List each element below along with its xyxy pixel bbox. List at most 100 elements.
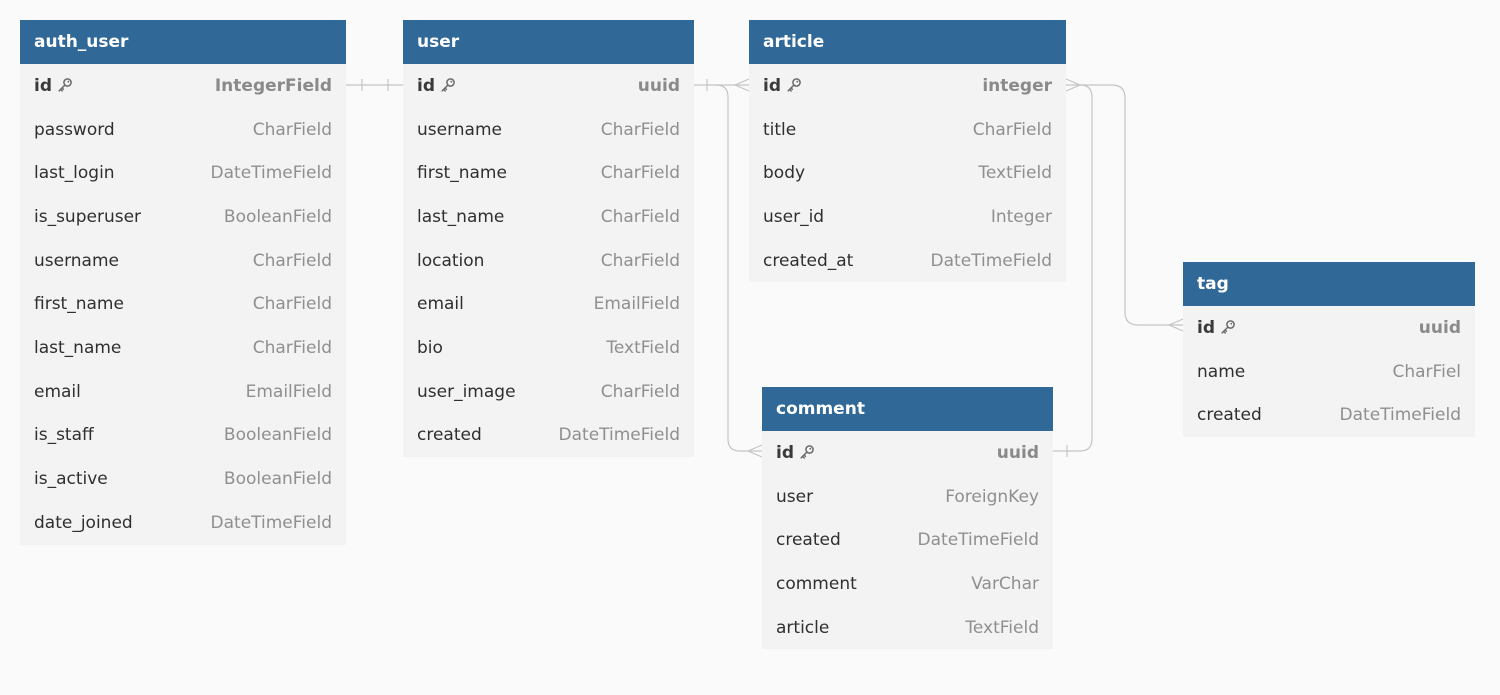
field-row[interactable]: id integer (749, 64, 1066, 108)
key-icon (57, 77, 73, 93)
field-name: bio (417, 337, 443, 358)
table-header-tag[interactable]: tag (1183, 262, 1475, 306)
field-row[interactable]: bio TextField (403, 326, 694, 370)
field-name: created_at (763, 250, 854, 271)
field-name-cell: id (34, 76, 73, 96)
field-row[interactable]: email EmailField (20, 370, 346, 414)
field-name: user (776, 486, 814, 507)
field-name: created (417, 425, 482, 446)
field-type: BooleanField (223, 425, 332, 446)
field-row[interactable]: article TextField (762, 606, 1053, 650)
table-header-comment[interactable]: comment (762, 387, 1053, 431)
field-name: id (763, 75, 781, 96)
key-icon (440, 77, 456, 93)
field-row[interactable]: id uuid (403, 64, 694, 108)
field-row[interactable]: comment VarChar (762, 562, 1053, 606)
crow-foot-marker (1167, 318, 1184, 332)
field-row[interactable]: created DateTimeField (762, 518, 1053, 562)
field-name-cell: last_name (34, 338, 121, 358)
field-row[interactable]: first_name CharField (20, 282, 346, 326)
field-name: name (1197, 361, 1246, 382)
table-header-user[interactable]: user (403, 20, 694, 64)
field-type: EmailField (593, 294, 680, 315)
field-name-cell: password (34, 120, 115, 140)
field-name: is_staff (34, 425, 94, 446)
field-row[interactable]: id IntegerField (20, 64, 346, 108)
field-row[interactable]: username CharField (20, 239, 346, 283)
field-row[interactable]: created_at DateTimeField (749, 239, 1066, 283)
field-name: first_name (417, 163, 507, 184)
field-type: DateTimeField (930, 250, 1052, 271)
field-name: email (417, 294, 464, 315)
field-name-cell: username (417, 120, 502, 140)
field-type: CharField (252, 250, 332, 271)
field-type: CharField (252, 337, 332, 358)
field-row[interactable]: id uuid (1183, 306, 1475, 350)
field-name: created (1197, 405, 1262, 426)
field-row[interactable]: user_id Integer (749, 195, 1066, 239)
field-name-cell: first_name (34, 294, 124, 314)
field-type: TextField (965, 617, 1039, 638)
field-name-cell: created (1197, 405, 1262, 425)
field-row[interactable]: password CharField (20, 108, 346, 152)
table-header-auth-user[interactable]: auth_user (20, 20, 346, 64)
field-row[interactable]: date_joined DateTimeField (20, 501, 346, 545)
field-type: TextField (606, 337, 680, 358)
field-name: is_active (34, 469, 108, 490)
field-name: date_joined (34, 512, 133, 533)
field-row[interactable]: is_staff BooleanField (20, 414, 346, 458)
field-row[interactable]: email EmailField (403, 282, 694, 326)
field-row[interactable]: id uuid (762, 431, 1053, 475)
field-name: location (417, 250, 485, 271)
field-name: is_superuser (34, 206, 142, 227)
table-auth-user[interactable]: auth_user id IntegerField password CharField… (20, 20, 346, 545)
field-name: user_id (763, 206, 825, 227)
field-name: body (763, 163, 806, 184)
field-type: uuid (637, 75, 680, 96)
field-name-cell: id (776, 443, 815, 463)
table-comment[interactable]: comment id uuid user ForeignKey created DateTi… (762, 387, 1053, 650)
field-type: DateTimeField (210, 163, 332, 184)
field-row[interactable]: user ForeignKey (762, 475, 1053, 519)
field-name-cell: user_id (763, 207, 824, 227)
field-type: BooleanField (223, 469, 332, 490)
field-row[interactable]: username CharField (403, 108, 694, 152)
field-row[interactable]: last_name CharField (403, 195, 694, 239)
field-type: CharField (600, 119, 680, 140)
field-row[interactable]: name CharFiel (1183, 350, 1475, 394)
field-row[interactable]: created DateTimeField (403, 414, 694, 458)
field-name: title (763, 119, 797, 140)
field-name: username (417, 119, 502, 140)
table-user[interactable]: user id uuid username CharField first_name Cha… (403, 20, 694, 458)
field-type: TextField (978, 163, 1052, 184)
field-name: user_image (417, 381, 516, 402)
field-type: VarChar (971, 573, 1039, 594)
field-row[interactable]: created DateTimeField (1183, 393, 1475, 437)
table-tag[interactable]: tag id uuid name CharFiel created DateTimeFiel… (1183, 262, 1475, 438)
field-name: comment (776, 573, 857, 594)
field-row[interactable]: is_superuser BooleanField (20, 195, 346, 239)
field-name-cell: is_active (34, 469, 108, 489)
field-name: last_name (417, 206, 505, 227)
table-article[interactable]: article id integer title CharField body TextFi… (749, 20, 1066, 283)
field-type: EmailField (245, 381, 332, 402)
field-name-cell: title (763, 120, 796, 140)
field-row[interactable]: user_image CharField (403, 370, 694, 414)
field-name-cell: first_name (417, 163, 507, 183)
field-row[interactable]: is_active BooleanField (20, 457, 346, 501)
field-name-cell: created (776, 530, 841, 550)
field-type: DateTimeField (1339, 405, 1461, 426)
field-row[interactable]: location CharField (403, 239, 694, 283)
field-name-cell: is_superuser (34, 207, 141, 227)
field-row[interactable]: last_name CharField (20, 326, 346, 370)
field-type: CharField (600, 381, 680, 402)
field-type: CharField (252, 294, 332, 315)
field-name-cell: id (1197, 318, 1236, 338)
field-row[interactable]: body TextField (749, 151, 1066, 195)
table-header-article[interactable]: article (749, 20, 1066, 64)
field-row[interactable]: first_name CharField (403, 151, 694, 195)
field-row[interactable]: title CharField (749, 108, 1066, 152)
field-row[interactable]: last_login DateTimeField (20, 151, 346, 195)
relationship-line-article-tag (1080, 84, 1183, 326)
one-marker (361, 79, 389, 91)
